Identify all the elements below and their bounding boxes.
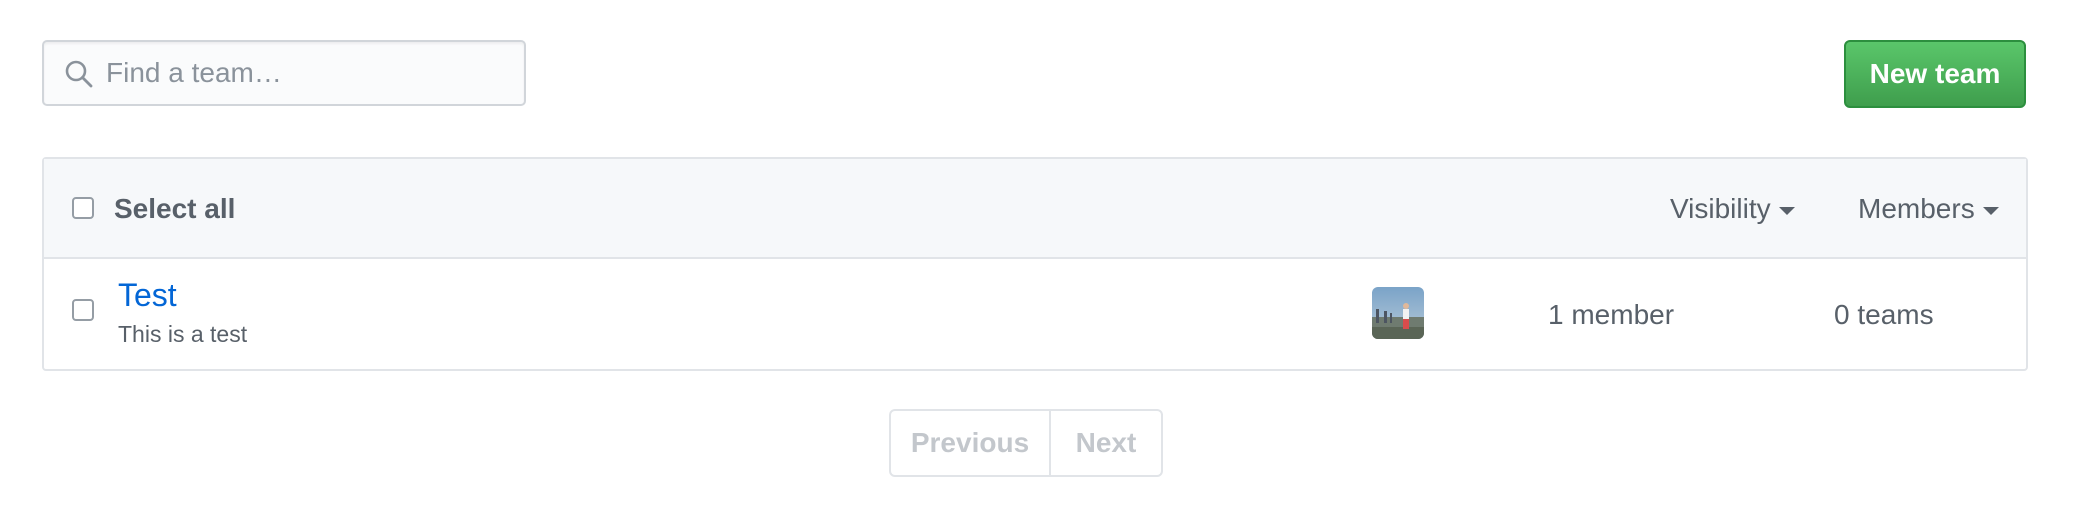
new-team-button[interactable]: New team	[1844, 40, 2026, 108]
select-all-label[interactable]: Select all	[114, 193, 235, 225]
team-search[interactable]	[42, 40, 526, 106]
members-filter-dropdown[interactable]: Members	[1858, 193, 1999, 225]
member-count[interactable]: 1 member	[1548, 299, 1674, 331]
child-team-count[interactable]: 0 teams	[1834, 299, 1934, 331]
members-filter-label: Members	[1858, 193, 1975, 224]
team-row-checkbox[interactable]	[72, 299, 94, 321]
search-input[interactable]	[106, 42, 516, 104]
pagination: Previous Next	[889, 409, 1163, 477]
select-all-checkbox[interactable]	[72, 197, 94, 219]
teams-table: Select all Visibility Members Test This …	[42, 157, 2028, 371]
caret-down-icon	[1778, 207, 1795, 215]
visibility-filter-label: Visibility	[1670, 193, 1771, 224]
previous-page-button[interactable]: Previous	[889, 409, 1051, 477]
visibility-filter-dropdown[interactable]: Visibility	[1670, 193, 1795, 225]
team-row: Test This is a test 1 member 0 teams	[44, 257, 2026, 369]
member-avatar[interactable]	[1372, 287, 1424, 339]
next-page-button[interactable]: Next	[1051, 409, 1163, 477]
team-name-link[interactable]: Test	[118, 277, 177, 314]
search-icon	[64, 59, 94, 89]
caret-down-icon	[1982, 207, 1999, 215]
table-header: Select all Visibility Members	[44, 159, 2026, 259]
team-description: This is a test	[118, 321, 248, 347]
